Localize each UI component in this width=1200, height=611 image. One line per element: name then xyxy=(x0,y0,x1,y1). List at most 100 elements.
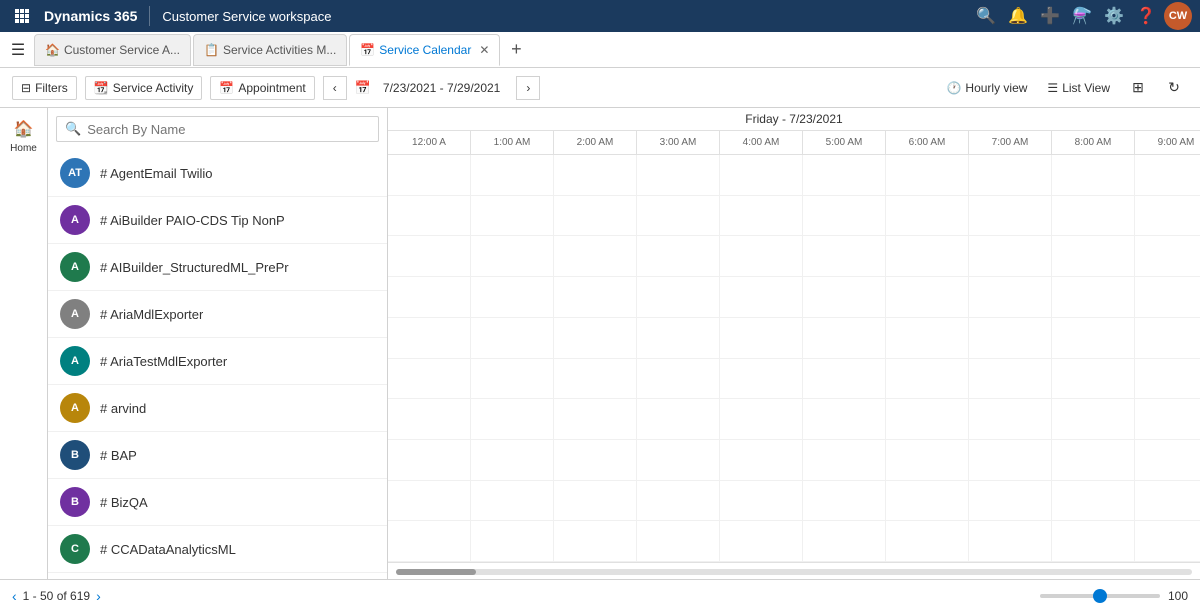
calendar-cell[interactable] xyxy=(471,399,554,439)
hourly-view-button[interactable]: 🕐 Hourly view xyxy=(940,77,1033,99)
calendar-cell[interactable] xyxy=(388,155,471,195)
calendar-cell[interactable] xyxy=(1052,277,1135,317)
calendar-cell[interactable] xyxy=(471,359,554,399)
calendar-cell[interactable] xyxy=(720,155,803,195)
calendar-cell[interactable] xyxy=(388,277,471,317)
calendar-cell[interactable] xyxy=(1052,481,1135,521)
notification-icon[interactable]: 🔔 xyxy=(1004,2,1032,30)
calendar-cell[interactable] xyxy=(388,318,471,358)
calendar-cell[interactable] xyxy=(886,155,969,195)
calendar-cell[interactable] xyxy=(471,481,554,521)
horizontal-scrollbar[interactable] xyxy=(388,562,1200,579)
calendar-cell[interactable] xyxy=(886,236,969,276)
calendar-cell[interactable] xyxy=(388,481,471,521)
calendar-cell[interactable] xyxy=(388,521,471,561)
calendar-cell[interactable] xyxy=(803,359,886,399)
calendar-cell[interactable] xyxy=(1135,318,1200,358)
calendar-cell[interactable] xyxy=(1052,521,1135,561)
tab-service-activities[interactable]: 📋 Service Activities M... xyxy=(193,34,347,66)
calendar-cell[interactable] xyxy=(720,277,803,317)
calendar-cell[interactable] xyxy=(720,196,803,236)
calendar-cell[interactable] xyxy=(1052,440,1135,480)
calendar-cell[interactable] xyxy=(886,399,969,439)
calendar-cell[interactable] xyxy=(637,318,720,358)
calendar-cell[interactable] xyxy=(969,196,1052,236)
calendar-cell[interactable] xyxy=(720,359,803,399)
calendar-cell[interactable] xyxy=(554,521,637,561)
calendar-cell[interactable] xyxy=(471,236,554,276)
calendar-cell[interactable] xyxy=(1135,399,1200,439)
tab-add-button[interactable]: + xyxy=(502,36,530,64)
calendar-cell[interactable] xyxy=(554,359,637,399)
calendar-cell[interactable] xyxy=(637,521,720,561)
list-item[interactable]: C# CCADataAnalyticsML xyxy=(48,526,387,573)
refresh-button[interactable]: ↻ xyxy=(1160,74,1188,102)
calendar-cell[interactable] xyxy=(554,481,637,521)
calendar-cell[interactable] xyxy=(471,155,554,195)
search-input[interactable] xyxy=(87,122,370,137)
calendar-cell[interactable] xyxy=(720,440,803,480)
calendar-cell[interactable] xyxy=(471,521,554,561)
list-item[interactable]: B# BizQA xyxy=(48,479,387,526)
calendar-cell[interactable] xyxy=(969,155,1052,195)
calendar-cell[interactable] xyxy=(471,277,554,317)
list-item[interactable]: B# BAP xyxy=(48,432,387,479)
calendar-cell[interactable] xyxy=(969,318,1052,358)
menu-icon[interactable]: ☰ xyxy=(4,36,32,64)
prev-page-button[interactable]: ‹ xyxy=(12,588,17,604)
calendar-cell[interactable] xyxy=(803,196,886,236)
list-view-button[interactable]: ☰ List View xyxy=(1041,77,1116,99)
user-avatar[interactable]: CW xyxy=(1164,2,1192,30)
calendar-cell[interactable] xyxy=(1052,196,1135,236)
prev-date-button[interactable]: ‹ xyxy=(323,76,347,100)
sidebar-item-home[interactable]: 🏠 Home xyxy=(4,116,44,156)
calendar-cell[interactable] xyxy=(471,318,554,358)
list-item[interactable]: A# AIBuilder_StructuredML_PrePr xyxy=(48,244,387,291)
calendar-cell[interactable] xyxy=(803,318,886,358)
service-activity-button[interactable]: 📆 Service Activity xyxy=(85,76,203,100)
search-icon[interactable]: 🔍 xyxy=(972,2,1000,30)
calendar-cell[interactable] xyxy=(720,399,803,439)
calendar-cell[interactable] xyxy=(554,277,637,317)
help-icon[interactable]: ❓ xyxy=(1132,2,1160,30)
calendar-cell[interactable] xyxy=(1052,236,1135,276)
list-item[interactable]: A# AiBuilder PAIO-CDS Tip NonP xyxy=(48,197,387,244)
calendar-cell[interactable] xyxy=(554,440,637,480)
calendar-cell[interactable] xyxy=(1135,196,1200,236)
grid-view-button[interactable]: ⊞ xyxy=(1124,74,1152,102)
calendar-cell[interactable] xyxy=(554,399,637,439)
calendar-cell[interactable] xyxy=(1135,481,1200,521)
tab-service-calendar[interactable]: 📅 Service Calendar ✕ xyxy=(349,34,500,66)
calendar-cell[interactable] xyxy=(803,277,886,317)
calendar-cell[interactable] xyxy=(1052,155,1135,195)
calendar-cell[interactable] xyxy=(1052,399,1135,439)
calendar-cell[interactable] xyxy=(886,521,969,561)
calendar-cell[interactable] xyxy=(969,481,1052,521)
calendar-cell[interactable] xyxy=(1135,521,1200,561)
calendar-cell[interactable] xyxy=(637,359,720,399)
calendar-cell[interactable] xyxy=(720,318,803,358)
calendar-cell[interactable] xyxy=(388,236,471,276)
search-box[interactable]: 🔍 xyxy=(56,116,379,142)
calendar-cell[interactable] xyxy=(886,359,969,399)
calendar-cell[interactable] xyxy=(803,236,886,276)
calendar-cell[interactable] xyxy=(969,277,1052,317)
calendar-cell[interactable] xyxy=(554,318,637,358)
calendar-cell[interactable] xyxy=(720,521,803,561)
calendar-cell[interactable] xyxy=(803,521,886,561)
calendar-cell[interactable] xyxy=(803,481,886,521)
next-date-button[interactable]: › xyxy=(516,76,540,100)
appointment-button[interactable]: 📅 Appointment xyxy=(210,76,314,100)
calendar-cell[interactable] xyxy=(637,196,720,236)
calendar-cell[interactable] xyxy=(1135,440,1200,480)
filters-button[interactable]: ⊟ Filters xyxy=(12,76,77,100)
list-item[interactable]: A# AriaTestMdlExporter xyxy=(48,338,387,385)
calendar-cell[interactable] xyxy=(637,399,720,439)
calendar-cell[interactable] xyxy=(803,155,886,195)
filter-icon[interactable]: ⚗️ xyxy=(1068,2,1096,30)
list-item[interactable]: CB# CCI Bots xyxy=(48,573,387,579)
calendar-cell[interactable] xyxy=(1135,359,1200,399)
calendar-cell[interactable] xyxy=(637,481,720,521)
calendar-cell[interactable] xyxy=(720,236,803,276)
calendar-cell[interactable] xyxy=(969,399,1052,439)
